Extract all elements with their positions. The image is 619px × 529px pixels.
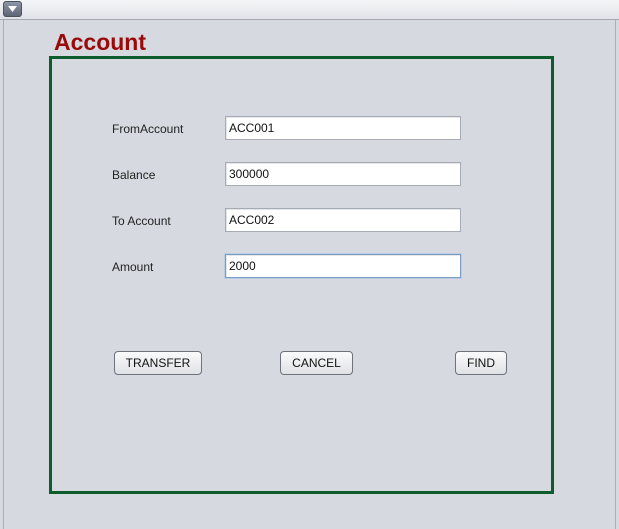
balance-label: Balance — [112, 168, 156, 182]
from-account-label: FromAccount — [112, 122, 184, 136]
form-title: Account — [54, 29, 146, 55]
to-account-label: To Account — [112, 214, 171, 228]
window-frame-right — [615, 20, 616, 529]
window-menu-button[interactable] — [3, 1, 22, 17]
find-button[interactable]: FIND — [455, 351, 507, 375]
balance-field[interactable] — [225, 162, 461, 186]
window-titlebar — [0, 0, 619, 20]
amount-label: Amount — [112, 260, 154, 274]
to-account-field[interactable] — [225, 208, 461, 232]
amount-field[interactable] — [225, 254, 461, 278]
chevron-down-icon — [8, 6, 17, 12]
window-frame-left — [3, 20, 4, 529]
cancel-button[interactable]: CANCEL — [280, 351, 353, 375]
from-account-field[interactable] — [225, 116, 461, 140]
transfer-button[interactable]: TRANSFER — [114, 351, 202, 375]
